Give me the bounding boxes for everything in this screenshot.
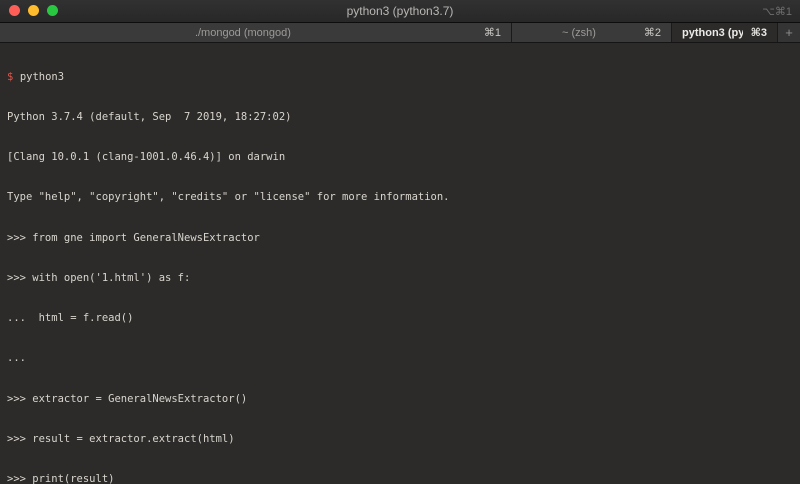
python-banner-line: Python 3.7.4 (default, Sep 7 2019, 18:27… bbox=[7, 111, 292, 124]
tab-zsh[interactable]: ~ (zsh) ⌘2 bbox=[512, 23, 672, 42]
new-tab-button[interactable]: + bbox=[778, 23, 800, 42]
repl-line: >>> from gne import GeneralNewsExtractor bbox=[7, 231, 260, 244]
fullscreen-button[interactable] bbox=[47, 5, 58, 16]
terminal-window: python3 (python3.7) ⌥⌘1 ./mongod (mongod… bbox=[0, 0, 800, 484]
traffic-lights bbox=[9, 5, 58, 16]
python-banner-line: [Clang 10.0.1 (clang-1001.0.46.4)] on da… bbox=[7, 151, 286, 164]
tab-label: ~ (zsh) bbox=[561, 26, 596, 39]
repl-line: >>> result = extractor.extract(html) bbox=[7, 432, 235, 445]
tab-shortcut: ⌘1 bbox=[483, 27, 501, 39]
repl-line: >>> print(result) bbox=[7, 473, 115, 484]
tab-label: python3 (python3.7) bbox=[682, 26, 743, 39]
tab-python3[interactable]: python3 (python3.7) ⌘3 bbox=[672, 23, 778, 42]
shell-command: python3 bbox=[19, 70, 65, 83]
tab-mongod[interactable]: ./mongod (mongod) ⌘1 bbox=[0, 23, 512, 42]
repl-line: >>> with open('1.html') as f: bbox=[7, 271, 191, 284]
terminal-screen[interactable]: $ python3 Python 3.7.4 (default, Sep 7 20… bbox=[0, 43, 800, 484]
repl-line: ... html = f.read() bbox=[7, 312, 134, 325]
close-button[interactable] bbox=[9, 5, 20, 16]
tab-shortcut: ⌘2 bbox=[643, 27, 661, 39]
minimize-button[interactable] bbox=[28, 5, 39, 16]
window-title: python3 (python3.7) bbox=[346, 4, 454, 18]
shell-command-line: $ python3 bbox=[7, 71, 794, 84]
tab-shortcut: ⌘3 bbox=[750, 27, 767, 39]
repl-line: >>> extractor = GeneralNewsExtractor() bbox=[7, 392, 248, 405]
titlebar-shortcut-hint: ⌥⌘1 bbox=[762, 5, 792, 18]
tab-label: ./mongod (mongod) bbox=[194, 26, 291, 39]
titlebar: python3 (python3.7) ⌥⌘1 bbox=[0, 0, 800, 23]
tab-bar: ./mongod (mongod) ⌘1 ~ (zsh) ⌘2 python3 … bbox=[0, 23, 800, 43]
repl-line: ... bbox=[7, 352, 26, 365]
python-banner-line: Type "help", "copyright", "credits" or "… bbox=[7, 191, 450, 204]
